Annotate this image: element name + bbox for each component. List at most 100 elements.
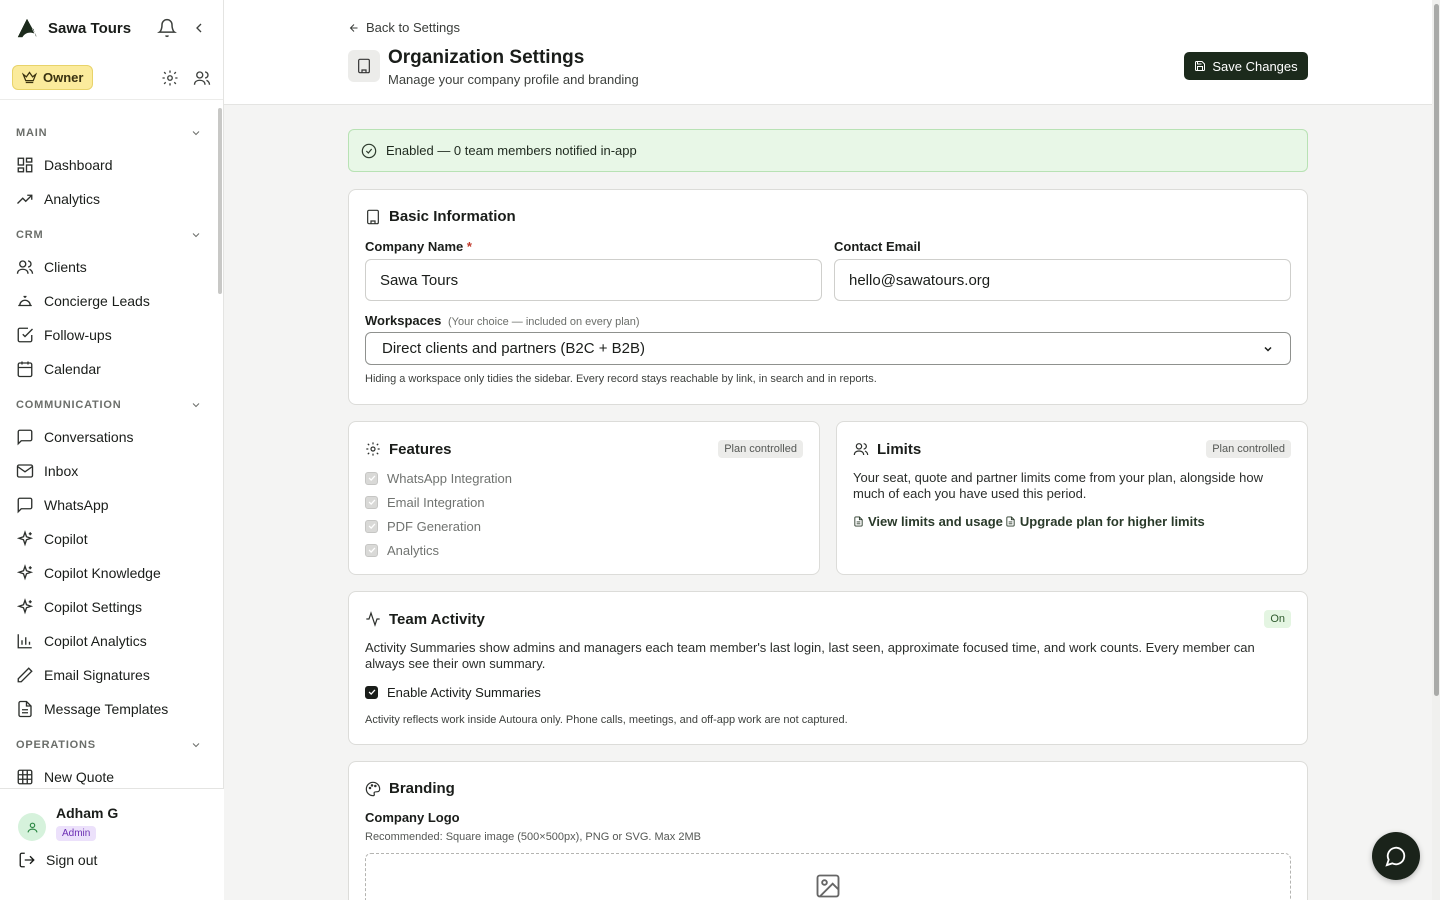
- sidebar-item-concierge-leads[interactable]: Concierge Leads: [0, 284, 224, 318]
- section-title: COMMUNICATION: [16, 399, 122, 411]
- features-list: WhatsApp Integration Email Integration P…: [365, 466, 512, 562]
- sign-out-button[interactable]: Sign out: [0, 841, 224, 879]
- sidebar-item-clients[interactable]: Clients: [0, 250, 224, 284]
- feature-label: Analytics: [387, 542, 440, 558]
- company-name-input[interactable]: Sawa Tours: [365, 259, 822, 301]
- sidebar-scrollbar[interactable]: [218, 108, 222, 294]
- enable-activity-summaries-checkbox[interactable]: Enable Activity Summaries: [365, 680, 541, 704]
- sidebar-item-label: Analytics: [44, 191, 101, 207]
- card-title: Basic Information: [389, 208, 516, 225]
- save-changes-button[interactable]: Save Changes: [1184, 52, 1308, 80]
- users-icon: [853, 443, 869, 456]
- gear-icon[interactable]: [161, 69, 179, 87]
- user-name: Adham G: [56, 805, 119, 821]
- sidebar-item-copilot-settings[interactable]: Copilot Settings: [0, 590, 224, 624]
- feature-whatsapp-integration: WhatsApp Integration: [365, 466, 512, 490]
- chat-button[interactable]: [1372, 832, 1420, 880]
- sidebar-item-copilot[interactable]: Copilot: [0, 522, 224, 556]
- check-icon: [368, 689, 375, 695]
- upgrade-plan-link[interactable]: Upgrade plan for higher limits: [1005, 514, 1205, 529]
- section-crm[interactable]: CRM: [0, 220, 224, 250]
- company-logo-label: Company Logo: [365, 810, 460, 825]
- feature-analytics: Analytics: [365, 538, 512, 562]
- page-scrollbar-thumb[interactable]: [1434, 4, 1439, 696]
- sidebar-item-conversations[interactable]: Conversations: [0, 420, 224, 454]
- sidebar-item-label: Copilot Settings: [44, 599, 143, 615]
- table-icon: [17, 769, 33, 785]
- limits-description: Your seat, quote and partner limits come…: [853, 470, 1263, 501]
- sidebar-item-dashboard[interactable]: Dashboard: [0, 148, 224, 182]
- mail-icon: [16, 464, 34, 478]
- sparkles-icon: [16, 564, 34, 581]
- section-main[interactable]: MAIN: [0, 118, 224, 148]
- section-communication[interactable]: COMMUNICATION: [0, 390, 224, 420]
- collapse-sidebar-icon[interactable]: [191, 20, 207, 36]
- arrow-left-icon: [349, 23, 358, 32]
- section-operations[interactable]: OPERATIONS: [0, 730, 224, 760]
- user-icon: [27, 822, 37, 832]
- features-card: Features Plan controlled WhatsApp Integr…: [348, 421, 820, 575]
- sidebar-item-label: Follow-ups: [44, 327, 112, 343]
- workspaces-help-text: Hiding a workspace only tidies the sideb…: [365, 373, 877, 385]
- notification-banner: Enabled — 0 team members notified in-app: [348, 129, 1308, 172]
- avatar: [18, 813, 46, 841]
- calendar-icon: [17, 361, 33, 378]
- back-link[interactable]: Back to Settings: [348, 20, 460, 35]
- sidebar-footer: Adham G Admin Sign out: [0, 788, 224, 900]
- back-label: Back to Settings: [366, 20, 460, 35]
- concierge-bell-icon: [18, 295, 32, 307]
- file-icon: [854, 516, 863, 527]
- sidebar-item-label: Dashboard: [44, 157, 113, 173]
- page-header: Back to Settings Organization Settings M…: [224, 0, 1432, 105]
- card-title: Features: [389, 440, 452, 458]
- sidebar-item-message-templates[interactable]: Message Templates: [0, 692, 224, 726]
- crown-icon: [22, 71, 37, 84]
- check-circle-icon: [361, 143, 377, 158]
- sidebar-item-whatsapp[interactable]: WhatsApp: [0, 488, 224, 522]
- palette-icon: [365, 781, 381, 796]
- user-profile[interactable]: Adham G Admin: [0, 789, 224, 841]
- feature-email-integration: Email Integration: [365, 490, 512, 514]
- message-square-icon: [17, 497, 33, 514]
- section-title: OPERATIONS: [16, 739, 96, 751]
- card-header: Team Activity On: [365, 610, 1291, 628]
- card-title: Limits: [877, 440, 922, 458]
- sidebar-item-new-quote[interactable]: New Quote: [0, 760, 224, 788]
- view-limits-link[interactable]: View limits and usage: [853, 514, 1003, 529]
- card-header: Limits Plan controlled: [853, 440, 1291, 458]
- bell-icon[interactable]: [157, 18, 177, 38]
- file-text-icon: [18, 700, 32, 718]
- users-icon[interactable]: [193, 69, 211, 87]
- sign-out-label: Sign out: [46, 852, 98, 868]
- page-scrollbar[interactable]: [1432, 0, 1440, 900]
- sidebar-item-copilot-analytics[interactable]: Copilot Analytics: [0, 624, 224, 658]
- sidebar-item-copilot-knowledge[interactable]: Copilot Knowledge: [0, 556, 224, 590]
- banner-text: Enabled — 0 team members notified in-app: [386, 143, 637, 158]
- limits-card: Limits Plan controlled Your seat, quote …: [836, 421, 1308, 575]
- contact-email-input[interactable]: hello@sawatours.org: [834, 259, 1291, 301]
- check-icon: [368, 499, 375, 505]
- workspaces-hint: (Your choice — included on every plan): [447, 316, 640, 328]
- logo-upload-dropzone[interactable]: [365, 853, 1291, 900]
- building-icon: [348, 50, 380, 82]
- sidebar-item-label: Clients: [44, 259, 87, 275]
- sidebar-item-inbox[interactable]: Inbox: [0, 454, 224, 488]
- sidebar-item-calendar[interactable]: Calendar: [0, 352, 224, 386]
- required-mark: *: [466, 239, 472, 254]
- sidebar-item-email-signatures[interactable]: Email Signatures: [0, 658, 224, 692]
- company-logo-hint: Recommended: Square image (500×500px), P…: [365, 831, 701, 843]
- sidebar-item-label: Copilot Analytics: [44, 633, 147, 649]
- check-icon: [368, 523, 375, 529]
- workspaces-label-text: Workspaces: [365, 313, 442, 328]
- card-title: Branding: [389, 780, 455, 797]
- sidebar-item-analytics[interactable]: Analytics: [0, 182, 224, 216]
- checkbox[interactable]: [365, 685, 378, 699]
- team-activity-description: Activity Summaries show admins and manag…: [365, 640, 1255, 671]
- workspaces-select[interactable]: Direct clients and partners (B2C + B2B): [365, 332, 1291, 365]
- activity-icon: [366, 611, 380, 627]
- owner-badge[interactable]: Owner: [12, 65, 94, 90]
- sidebar-item-follow-ups[interactable]: Follow-ups: [0, 318, 224, 352]
- contact-email-label: Contact Email: [834, 239, 921, 254]
- card-title: Team Activity: [389, 610, 485, 628]
- sidebar-item-label: WhatsApp: [44, 497, 109, 513]
